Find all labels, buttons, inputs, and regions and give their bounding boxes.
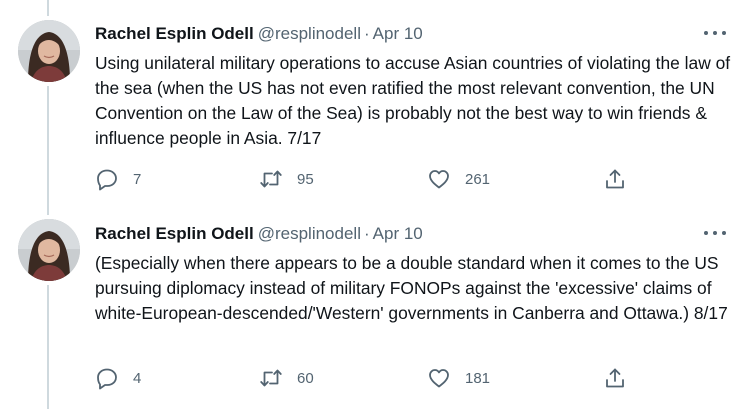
author-name[interactable]: Rachel Esplin Odell <box>95 24 254 43</box>
tweet-text: (Especially when there appears to be a d… <box>95 253 728 323</box>
author-handle[interactable]: @resplinodell <box>258 224 361 243</box>
like-count: 261 <box>465 170 491 188</box>
reply-button[interactable]: 7 <box>95 166 141 192</box>
author-name[interactable]: Rachel Esplin Odell <box>95 224 254 243</box>
separator-dot: · <box>363 224 370 243</box>
tweet[interactable]: Rachel Esplin Odell @resplinodell · Apr 10 … <box>0 205 748 409</box>
more-icon[interactable] <box>704 24 726 42</box>
like-button[interactable]: 181 <box>427 365 490 391</box>
tweet-header: Rachel Esplin Odell @resplinodell · Apr 10 <box>95 23 423 45</box>
timestamp[interactable]: Apr 10 <box>373 224 423 243</box>
separator-dot: · <box>363 24 370 43</box>
tweet-header: Rachel Esplin Odell @resplinodell · Apr 10 <box>95 223 423 245</box>
reply-button[interactable]: 4 <box>95 365 141 391</box>
author-handle[interactable]: @resplinodell <box>258 24 361 43</box>
avatar[interactable] <box>18 219 80 281</box>
avatar[interactable] <box>18 20 80 82</box>
heart-icon <box>429 170 449 189</box>
retweet-icon <box>260 369 282 387</box>
reply-icon <box>97 169 117 191</box>
thread-connector-line <box>47 86 49 205</box>
avatar-photo <box>18 20 80 82</box>
retweet-count: 95 <box>297 170 314 188</box>
tweet-actions: 7 95 261 <box>95 166 635 192</box>
retweet-button[interactable]: 95 <box>259 166 314 192</box>
tweet[interactable]: Rachel Esplin Odell @resplinodell · Apr 10 … <box>0 0 748 205</box>
heart-icon <box>429 369 449 388</box>
share-icon <box>606 169 624 189</box>
more-icon[interactable] <box>704 224 726 242</box>
like-count: 181 <box>465 369 491 387</box>
tweet-thread: Rachel Esplin Odell @resplinodell · Apr 10 … <box>0 0 748 409</box>
thread-connector-line <box>47 205 49 215</box>
like-button[interactable]: 261 <box>427 166 490 192</box>
retweet-button[interactable]: 60 <box>259 365 314 391</box>
share-button[interactable] <box>603 365 627 391</box>
avatar-photo <box>18 219 80 281</box>
timestamp[interactable]: Apr 10 <box>373 24 423 43</box>
reply-count: 4 <box>133 369 142 387</box>
thread-connector-line <box>47 285 49 409</box>
reply-icon <box>97 368 117 390</box>
share-button[interactable] <box>603 166 627 192</box>
reply-count: 7 <box>133 170 142 188</box>
thread-connector-line <box>47 0 49 16</box>
tweet-actions: 4 60 181 <box>95 365 635 391</box>
tweet-text: Using unilateral military operations to … <box>95 53 731 148</box>
retweet-icon <box>260 170 282 188</box>
share-icon <box>606 368 624 388</box>
retweet-count: 60 <box>297 369 314 387</box>
